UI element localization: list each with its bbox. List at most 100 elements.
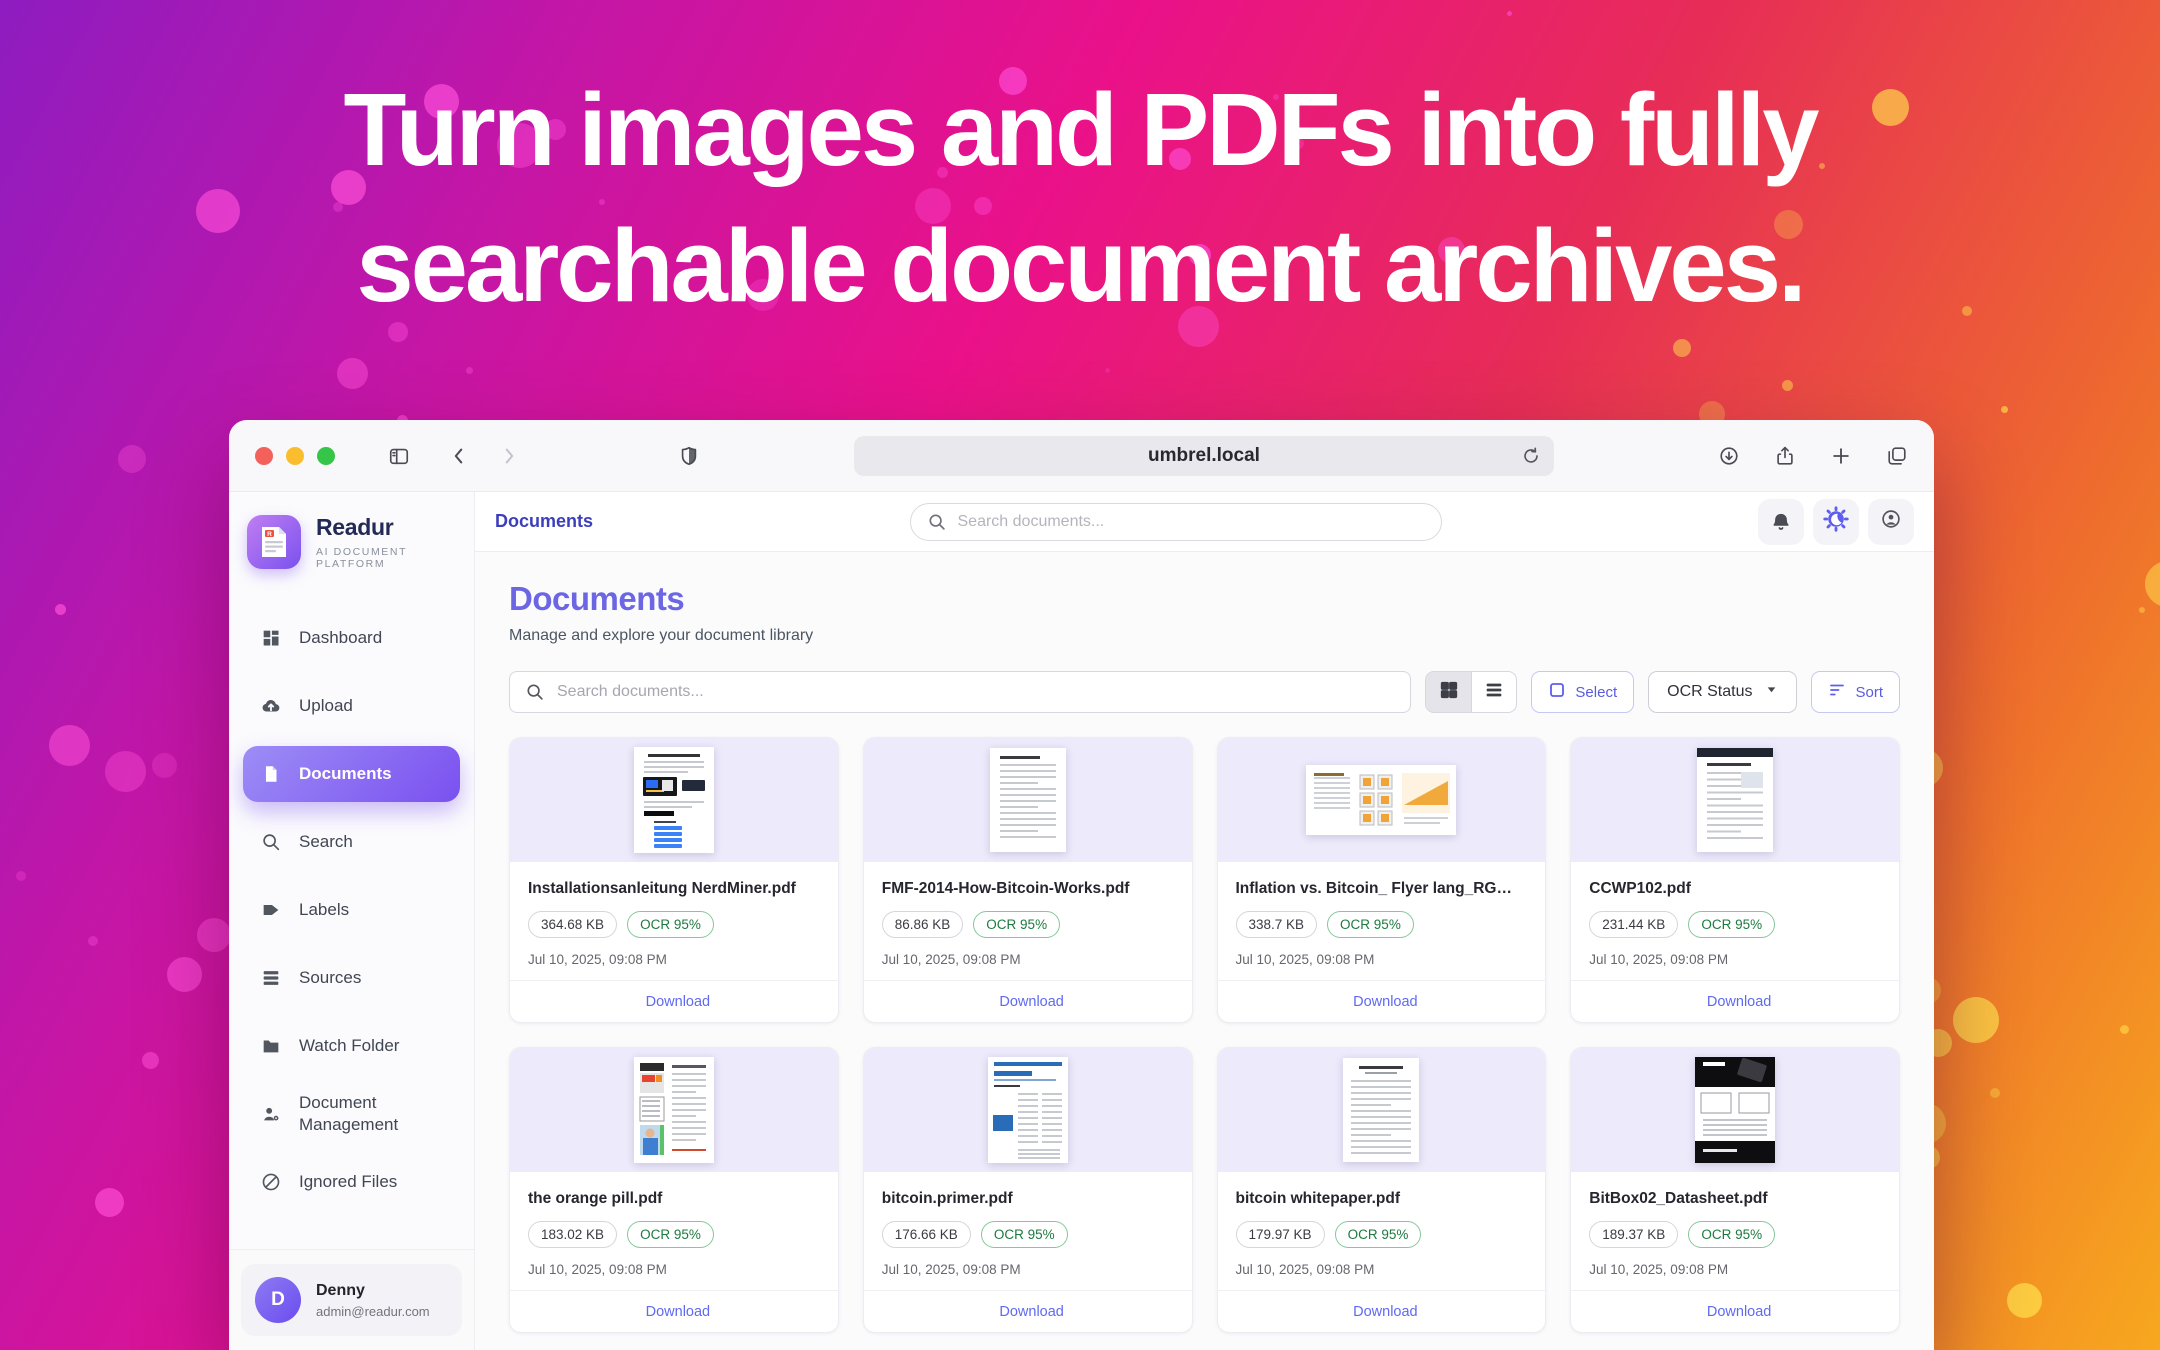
document-title: FMF-2014-How-Bitcoin-Works.pdf	[882, 878, 1162, 898]
notifications-button[interactable]	[1758, 499, 1804, 545]
more-options-icon[interactable]	[1170, 878, 1174, 882]
theme-toggle-button[interactable]	[1813, 499, 1859, 545]
more-options-icon[interactable]	[816, 1188, 820, 1192]
marketing-screenshot: Turn images and PDFs into fully searchab…	[0, 0, 2160, 1350]
sidebar-item-sources[interactable]: Sources	[243, 950, 460, 1006]
decorative-dot	[1507, 11, 1512, 16]
breadcrumb[interactable]: Documents	[495, 511, 593, 532]
new-tab-icon[interactable]	[1830, 445, 1852, 467]
document-card[interactable]: bitcoin whitepaper.pdf 179.97 KB OCR 95%…	[1217, 1047, 1547, 1333]
zoom-window-button[interactable]	[317, 447, 335, 465]
reload-icon[interactable]	[1520, 445, 1542, 467]
document-date: Jul 10, 2025, 09:08 PM	[882, 1262, 1174, 1277]
sort-button[interactable]: Sort	[1811, 671, 1900, 713]
sidebar-item-watch-folder[interactable]: Watch Folder	[243, 1018, 460, 1074]
decorative-dot	[152, 753, 177, 778]
document-date: Jul 10, 2025, 09:08 PM	[1589, 1262, 1881, 1277]
sidebar-item-ignored-files[interactable]: Ignored Files	[243, 1154, 460, 1210]
sidebar-item-dashboard[interactable]: Dashboard	[243, 610, 460, 666]
more-options-icon[interactable]	[1877, 1188, 1881, 1192]
document-card[interactable]: FMF-2014-How-Bitcoin-Works.pdf 86.86 KB …	[863, 737, 1193, 1023]
download-link[interactable]: Download	[1571, 1290, 1899, 1332]
documents-search-input[interactable]: Search documents...	[509, 671, 1411, 713]
document-title: CCWP102.pdf	[1589, 878, 1869, 898]
document-card[interactable]: Installationsanleitung NerdMiner.pdf 364…	[509, 737, 839, 1023]
decorative-dot	[1105, 368, 1110, 373]
decorative-dot	[167, 957, 202, 992]
view-mode-toggle	[1425, 671, 1517, 713]
global-search-placeholder: Search documents...	[958, 513, 1105, 531]
readur-logo-icon: R	[247, 515, 301, 569]
sidebar-item-document-management[interactable]: Document Management	[243, 1086, 460, 1142]
download-link[interactable]: Download	[1218, 1290, 1546, 1332]
close-window-button[interactable]	[255, 447, 273, 465]
user-card[interactable]: D Denny admin@readur.com	[241, 1264, 462, 1336]
document-card[interactable]: CCWP102.pdf 231.44 KB OCR 95% Jul 10, 20…	[1570, 737, 1900, 1023]
more-options-icon[interactable]	[1170, 1188, 1174, 1192]
share-icon[interactable]	[1774, 445, 1796, 467]
sidebar-item-documents[interactable]: Documents	[243, 746, 460, 802]
url-text: umbrel.local	[1148, 445, 1260, 467]
download-link[interactable]: Download	[1571, 980, 1899, 1022]
file-size-badge: 364.68 KB	[528, 911, 617, 938]
more-options-icon[interactable]	[816, 878, 820, 882]
global-search-input[interactable]: Search documents...	[910, 503, 1442, 541]
decorative-dot	[95, 1188, 124, 1217]
search-icon	[926, 511, 948, 533]
decorative-dot	[1953, 997, 1999, 1043]
ocr-status-badge: OCR 95%	[1335, 1221, 1422, 1248]
user-email: admin@readur.com	[316, 1304, 430, 1319]
ocr-status-badge: OCR 95%	[973, 911, 1060, 938]
bell-icon	[1770, 511, 1792, 533]
decorative-dot	[88, 936, 98, 946]
sidebar-item-upload[interactable]: Upload	[243, 678, 460, 734]
more-options-icon[interactable]	[1523, 878, 1527, 882]
document-thumbnail	[1571, 738, 1899, 862]
document-card[interactable]: BitBox02_Datasheet.pdf 189.37 KB OCR 95%…	[1570, 1047, 1900, 1333]
document-card[interactable]: the orange pill.pdf 183.02 KB OCR 95% Ju…	[509, 1047, 839, 1333]
brand: R Readur AI DOCUMENT PLATFORM	[229, 492, 474, 590]
more-options-icon[interactable]	[1877, 878, 1881, 882]
sidebar-toggle-icon[interactable]	[388, 445, 410, 467]
file-size-badge: 338.7 KB	[1236, 911, 1318, 938]
sidebar-item-label: Search	[299, 831, 353, 853]
document-thumbnail	[1218, 738, 1546, 862]
avatar: D	[255, 1277, 301, 1323]
downloads-icon[interactable]	[1718, 445, 1740, 467]
documents-search-placeholder: Search documents...	[557, 683, 704, 701]
document-date: Jul 10, 2025, 09:08 PM	[1589, 952, 1881, 967]
ocr-status-dropdown[interactable]: OCR Status	[1648, 671, 1797, 713]
forward-icon[interactable]	[498, 445, 520, 467]
grid-view-button[interactable]	[1426, 672, 1471, 712]
label-icon	[260, 899, 282, 921]
svg-text:R: R	[267, 531, 272, 538]
select-button[interactable]: Select	[1531, 671, 1634, 713]
download-link[interactable]: Download	[510, 1290, 838, 1332]
more-options-icon[interactable]	[1523, 1188, 1527, 1192]
back-icon[interactable]	[448, 445, 470, 467]
sidebar-item-search[interactable]: Search	[243, 814, 460, 870]
document-date: Jul 10, 2025, 09:08 PM	[528, 952, 820, 967]
tab-overview-icon[interactable]	[1886, 445, 1908, 467]
download-link[interactable]: Download	[1218, 980, 1546, 1022]
document-title: bitcoin whitepaper.pdf	[1236, 1188, 1516, 1208]
document-card[interactable]: bitcoin.primer.pdf 176.66 KB OCR 95% Jul…	[863, 1047, 1193, 1333]
account-button[interactable]	[1868, 499, 1914, 545]
document-card[interactable]: Inflation vs. Bitcoin_ Flyer lang_RGB.pd…	[1217, 737, 1547, 1023]
decorative-dot	[2007, 1283, 2042, 1318]
sidebar-item-labels[interactable]: Labels	[243, 882, 460, 938]
download-link[interactable]: Download	[510, 980, 838, 1022]
search-icon	[524, 681, 546, 703]
address-bar[interactable]: umbrel.local	[854, 436, 1554, 476]
minimize-window-button[interactable]	[286, 447, 304, 465]
page-title: Documents	[509, 580, 1900, 618]
ocr-status-badge: OCR 95%	[1327, 911, 1414, 938]
document-thumbnail	[1218, 1048, 1546, 1172]
download-link[interactable]: Download	[864, 980, 1192, 1022]
privacy-shield-icon[interactable]	[678, 445, 700, 467]
document-thumbnail	[510, 738, 838, 862]
document-thumbnail	[864, 1048, 1192, 1172]
download-link[interactable]: Download	[864, 1290, 1192, 1332]
list-view-button[interactable]	[1471, 672, 1516, 712]
brand-name: Readur	[316, 514, 456, 541]
